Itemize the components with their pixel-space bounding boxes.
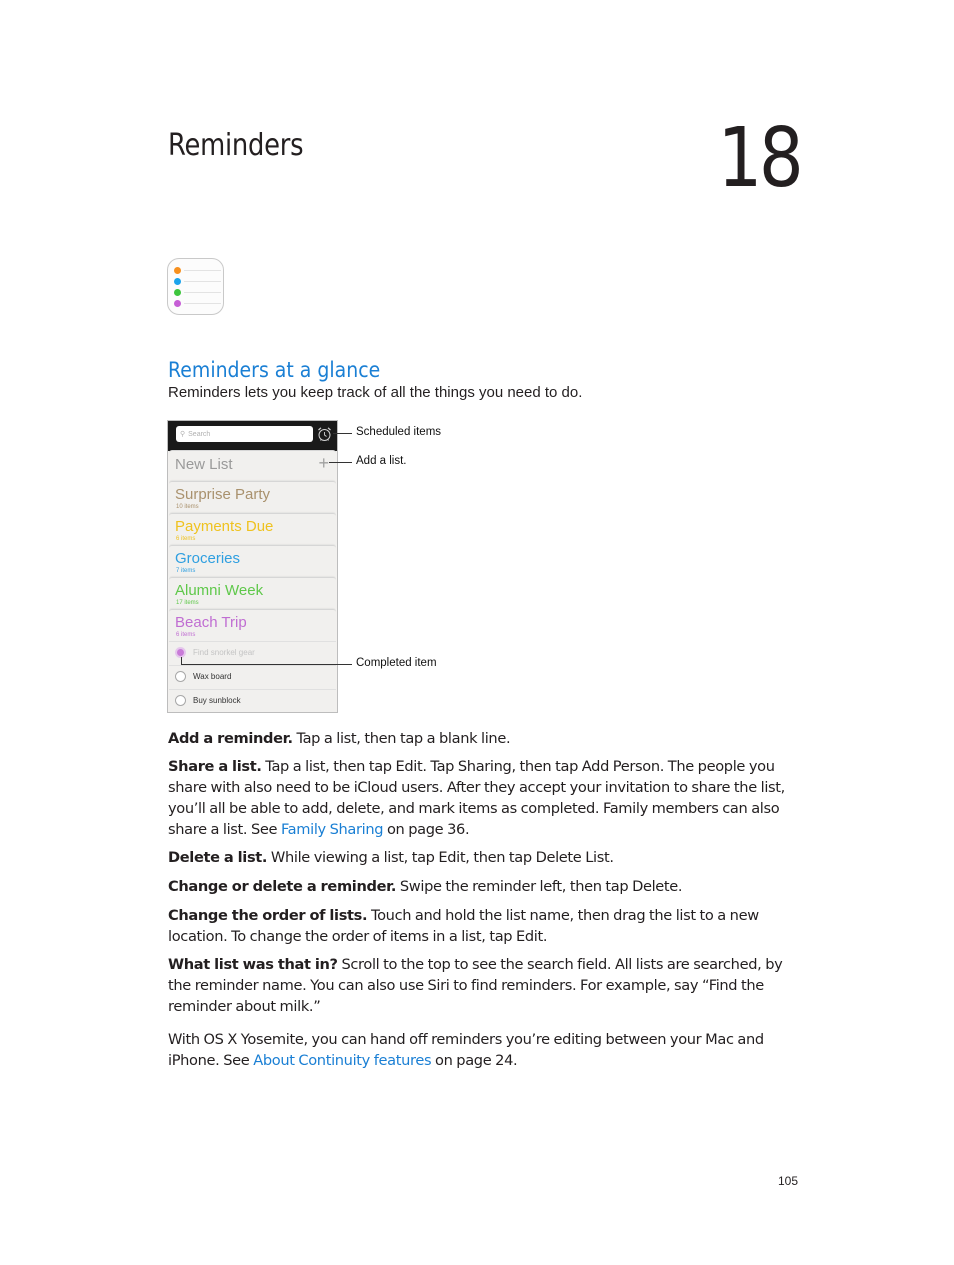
list-name: Payments Due [175,518,274,535]
list-name: Surprise Party [175,486,271,503]
add-list-plus-icon[interactable]: + [318,453,329,474]
icon-line [184,303,221,304]
list-card-groceries[interactable]: Groceries 7 items [169,545,336,578]
list-card-surprise-party[interactable]: Surprise Party 10 items [169,481,336,514]
reminders-app-icon [167,258,224,315]
paragraph-share-list: Share a list. Tap a list, then tap Edit.… [168,756,798,840]
text-share-list: Tap a list, then tap Edit. Tap Sharing, … [168,758,785,838]
reminder-label: Buy sunblock [193,696,241,705]
purple-dot-icon [174,300,181,307]
blue-dot-icon [174,278,181,285]
text-delete-list: While viewing a list, tap Edit, then tap… [267,849,614,866]
text-yosemite-after: on page 24. [431,1052,518,1069]
callout-add-list: Add a list. [356,455,407,467]
list-count: 6 items [176,632,196,638]
green-dot-icon [174,289,181,296]
icon-line [184,270,221,271]
paragraph-change-reminder: Change or delete a reminder. Swipe the r… [168,876,798,897]
page-number: 105 [777,1174,798,1188]
list-card-alumni-week[interactable]: Alumni Week 17 items [169,577,336,610]
reminder-checkbox[interactable] [175,695,186,706]
lead-what-list: What list was that in? [168,956,338,973]
section-title: Reminders at a glance [168,358,381,382]
reminders-screenshot: ⚲ Search New List + Surprise Party 10 it… [167,420,338,713]
text-add-reminder: Tap a list, then tap a blank line. [292,730,511,747]
reminder-item[interactable]: Buy sunblock [169,689,336,712]
new-list-row[interactable]: New List + [169,450,336,483]
text-share-list-after: on page 36. [383,821,470,838]
list-card-payments-due[interactable]: Payments Due 6 items [169,513,336,546]
reminder-label: Find snorkel gear [193,648,255,657]
callout-scheduled-items: Scheduled items [356,426,442,438]
lead-share-list: Share a list. [168,758,262,775]
paragraph-add-reminder: Add a reminder. Tap a list, then tap a b… [168,728,798,749]
callout-line-scheduled [333,433,352,434]
link-about-continuity[interactable]: About Continuity features [253,1052,431,1069]
paragraph-order-lists: Change the order of lists. Touch and hol… [168,905,798,947]
link-family-sharing[interactable]: Family Sharing [281,821,384,838]
search-bar-area: ⚲ Search [168,421,337,451]
list-name: Beach Trip [175,614,247,631]
text-change-reminder: Swipe the reminder left, then tap Delete… [396,878,683,895]
list-name: Groceries [175,550,241,567]
list-count: 17 items [176,600,199,606]
list-name: Alumni Week [175,582,264,599]
callout-completed-item: Completed item [356,657,437,669]
chapter-title: Reminders [168,128,304,163]
paragraph-yosemite: With OS X Yosemite, you can hand off rem… [168,1029,798,1071]
callout-line-add-list [329,462,352,463]
paragraph-delete-list: Delete a list. While viewing a list, tap… [168,847,798,868]
lead-add-reminder: Add a reminder. [168,730,293,747]
list-count: 10 items [176,504,199,510]
lead-order-lists: Change the order of lists. [168,907,368,924]
orange-dot-icon [174,267,181,274]
alarm-clock-icon[interactable] [317,426,332,442]
lead-change-reminder: Change or delete a reminder. [168,878,397,895]
reminder-item[interactable]: Wax board [169,665,336,690]
list-count: 6 items [176,536,196,542]
paragraph-what-list: What list was that in? Scroll to the top… [168,954,798,1017]
search-input[interactable]: ⚲ Search [176,426,313,442]
icon-line [184,292,221,293]
callout-line-completed [181,664,352,665]
section-intro: Reminders lets you keep track of all the… [168,384,583,401]
search-icon: ⚲ [180,431,186,438]
reminder-item-completed[interactable]: Find snorkel gear [169,641,336,666]
reminder-label: Wax board [193,672,232,681]
icon-line [184,281,221,282]
search-placeholder: Search [188,430,211,438]
reminder-checkbox[interactable] [175,671,186,682]
list-count: 7 items [176,568,196,574]
lead-delete-list: Delete a list. [168,849,268,866]
chapter-number: 18 [717,111,803,206]
new-list-label: New List [175,456,233,473]
